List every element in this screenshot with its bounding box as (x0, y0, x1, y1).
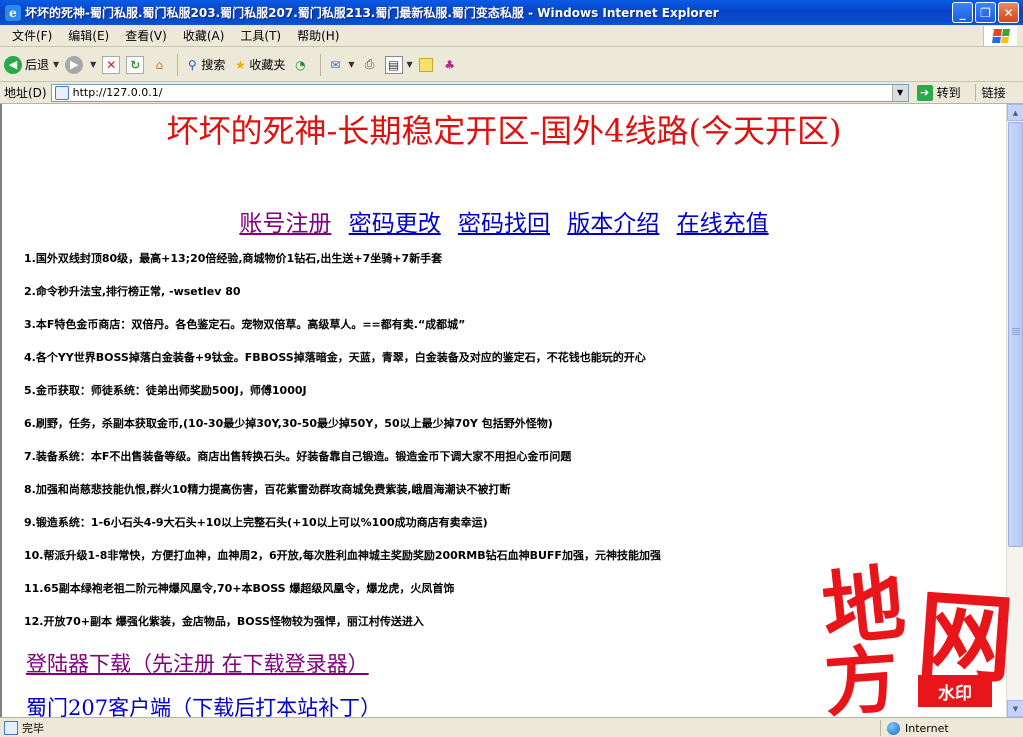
feature-item: 5.金币获取：师徒系统：徒弟出师奖励500J，师傅1000J (24, 384, 307, 397)
edit-dropdown-icon[interactable]: ▼ (407, 60, 413, 69)
status-bar: 完毕 Internet (0, 717, 1023, 737)
window-title: 坏坏的死神-蜀门私服.蜀门私服203.蜀门私服207.蜀门私服213.蜀门最新私… (25, 6, 719, 20)
feature-item: 2.命令秒升法宝,排行榜正常, -wsetlev 80 (24, 285, 241, 298)
scroll-thumb[interactable] (1008, 122, 1023, 547)
address-url[interactable]: http://127.0.0.1/ (73, 86, 163, 99)
search-label: 搜索 (201, 58, 226, 72)
menu-favorites[interactable]: 收藏(A) (175, 27, 233, 44)
address-input[interactable]: http://127.0.0.1/ ▼ (50, 83, 909, 102)
address-label: 地址(D) (4, 86, 47, 100)
links-button[interactable]: 链接 (974, 84, 1006, 101)
launcher-download-link[interactable]: 登陆器下载（先注册 在下载登录器） (26, 648, 369, 678)
nav-link-version-info[interactable]: 版本介绍 (567, 211, 659, 237)
menu-help[interactable]: 帮助(H) (289, 27, 347, 44)
go-arrow-icon: ➔ (916, 84, 933, 101)
menu-tools[interactable]: 工具(T) (232, 27, 289, 44)
nav-link-change-password[interactable]: 密码更改 (349, 211, 441, 237)
feature-item: 11.65副本绿袍老祖二阶元神爆风凰令,70+本BOSS 爆超级风凰令，爆龙虎，… (24, 582, 455, 595)
vertical-scrollbar[interactable]: ▲ ▼ (1006, 104, 1023, 717)
menu-edit[interactable]: 编辑(E) (60, 27, 117, 44)
zone-label: Internet (905, 721, 949, 735)
forward-arrow-icon: ▶ (65, 55, 84, 74)
favorites-button[interactable]: ★ 收藏夹 (231, 56, 285, 74)
page-status-icon (4, 720, 18, 735)
mail-button[interactable]: ✉ ▼ (326, 56, 354, 74)
feature-item: 8.加强和尚慈悲技能仇恨,群火10精力提高伤害，百花紫雷劲群攻商城免费紫装,峨眉… (24, 483, 511, 496)
client-download-link[interactable]: 蜀门207客户端（下载后打本站补丁） (26, 692, 381, 717)
stop-icon[interactable]: ✕ (102, 55, 121, 74)
feature-item: 9.锻造系统：1-6小石头4-9大石头+10以上完整石头(+10以上可以%100… (24, 516, 488, 529)
feature-item: 10.帮派升级1-8非常快，方便打血神，血神周2，6开放,每次胜利血神城主奖励奖… (24, 549, 661, 562)
page-headline: 坏坏的死神-长期稳定开区-国外4线路(今天开区) (166, 112, 842, 150)
toolbar-separator (320, 53, 322, 76)
history-icon[interactable]: ◔ (291, 56, 309, 74)
back-arrow-icon: ◀ (4, 55, 22, 74)
restore-button[interactable]: ❐ (975, 2, 996, 23)
note-icon[interactable] (418, 57, 433, 72)
page-content: 坏坏的死神-长期稳定开区-国外4线路(今天开区) 账号注册 密码更改 密码找回 … (2, 104, 1006, 717)
status-text: 完毕 (22, 721, 44, 735)
ie-app-icon: e (5, 4, 21, 21)
home-icon[interactable]: ⌂ (150, 56, 168, 74)
feature-item: 7.装备系统：本F不出售装备等级。商店出售转换石头。好装备靠自己锻造。锻造金币下… (24, 450, 572, 463)
feature-item: 1.国外双线封顶80级，最高+13;20倍经验,商城物价1钻石,出生送+7坐骑+… (24, 252, 443, 265)
close-button[interactable]: ✕ (998, 2, 1019, 23)
feature-item: 3.本F特色金币商店：双倍丹。各色鉴定石。宠物双倍草。高级草人。==都有卖.“成… (24, 318, 466, 331)
page-icon (54, 85, 69, 100)
search-button[interactable]: ⚲ 搜索 (183, 56, 225, 74)
forward-dropdown-icon[interactable]: ▼ (90, 60, 96, 69)
back-dropdown-icon[interactable]: ▼ (53, 60, 59, 69)
feature-item: 4.各个YY世界BOSS掉落白金装备+9钛金。FBBOSS掉落暗金，天蓝，青翠，… (24, 351, 646, 364)
standard-toolbar: ◀ 后退 ▼ ▶ ▼ ✕ ↻ ⌂ ⚲ 搜索 ★ 收藏夹 ◔ ✉ ▼ ⎙ ▤ ▼ … (0, 48, 1023, 82)
star-icon: ★ (234, 57, 246, 72)
globe-icon (887, 721, 900, 735)
security-zone[interactable]: Internet (880, 720, 949, 736)
go-button[interactable]: ➔ 转到 (916, 84, 961, 101)
favorites-label: 收藏夹 (249, 58, 286, 72)
feature-list: 1.国外双线封顶80级，最高+13;20倍经验,商城物价1钻石,出生送+7坐骑+… (24, 250, 1004, 646)
mail-dropdown-icon[interactable]: ▼ (348, 60, 354, 69)
windows-logo-icon (983, 26, 1017, 46)
scroll-down-icon[interactable]: ▼ (1007, 700, 1023, 717)
search-icon: ⚲ (187, 57, 197, 72)
menu-file[interactable]: 文件(F) (4, 27, 60, 44)
go-label: 转到 (936, 86, 961, 100)
address-bar: 地址(D) http://127.0.0.1/ ▼ ➔ 转到 链接 (0, 82, 1023, 104)
feature-item: 12.开放70+副本 爆强化紫装，金店物品，BOSS怪物较为强悍，丽江村传送进入 (24, 615, 424, 628)
page-viewport: 坏坏的死神-长期稳定开区-国外4线路(今天开区) 账号注册 密码更改 密码找回 … (0, 104, 1023, 717)
menu-view[interactable]: 查看(V) (117, 27, 175, 44)
nav-links: 账号注册 密码更改 密码找回 版本介绍 在线充值 (2, 204, 1006, 238)
edit-button[interactable]: ▤ ▼ (384, 55, 413, 74)
edit-icon: ▤ (384, 55, 403, 74)
back-button[interactable]: ◀ 后退 ▼ (4, 55, 59, 74)
window-controls: _ ❐ ✕ (952, 2, 1019, 23)
address-dropdown-icon[interactable]: ▼ (891, 84, 908, 101)
toolbar-separator (177, 53, 179, 76)
feature-item: 6.刷野，任务，杀副本获取金币,(10-30最少掉30Y,30-50最少掉50Y… (24, 417, 553, 430)
print-icon[interactable]: ⎙ (361, 56, 379, 74)
forward-button[interactable]: ▶ ▼ (65, 55, 96, 74)
title-bar[interactable]: e 坏坏的死神-蜀门私服.蜀门私服203.蜀门私服207.蜀门私服213.蜀门最… (0, 0, 1023, 25)
scroll-up-icon[interactable]: ▲ (1007, 104, 1023, 121)
nav-link-recover-password[interactable]: 密码找回 (458, 211, 550, 237)
back-label: 后退 (25, 58, 50, 72)
minimize-button[interactable]: _ (952, 2, 973, 23)
refresh-icon[interactable]: ↻ (126, 55, 145, 74)
mail-icon: ✉ (330, 57, 341, 72)
nav-link-recharge[interactable]: 在线充值 (677, 211, 769, 237)
nav-link-register[interactable]: 账号注册 (239, 211, 331, 237)
messenger-icon[interactable]: ♣ (441, 56, 459, 74)
menu-bar: 文件(F) 编辑(E) 查看(V) 收藏(A) 工具(T) 帮助(H) (0, 25, 1023, 47)
